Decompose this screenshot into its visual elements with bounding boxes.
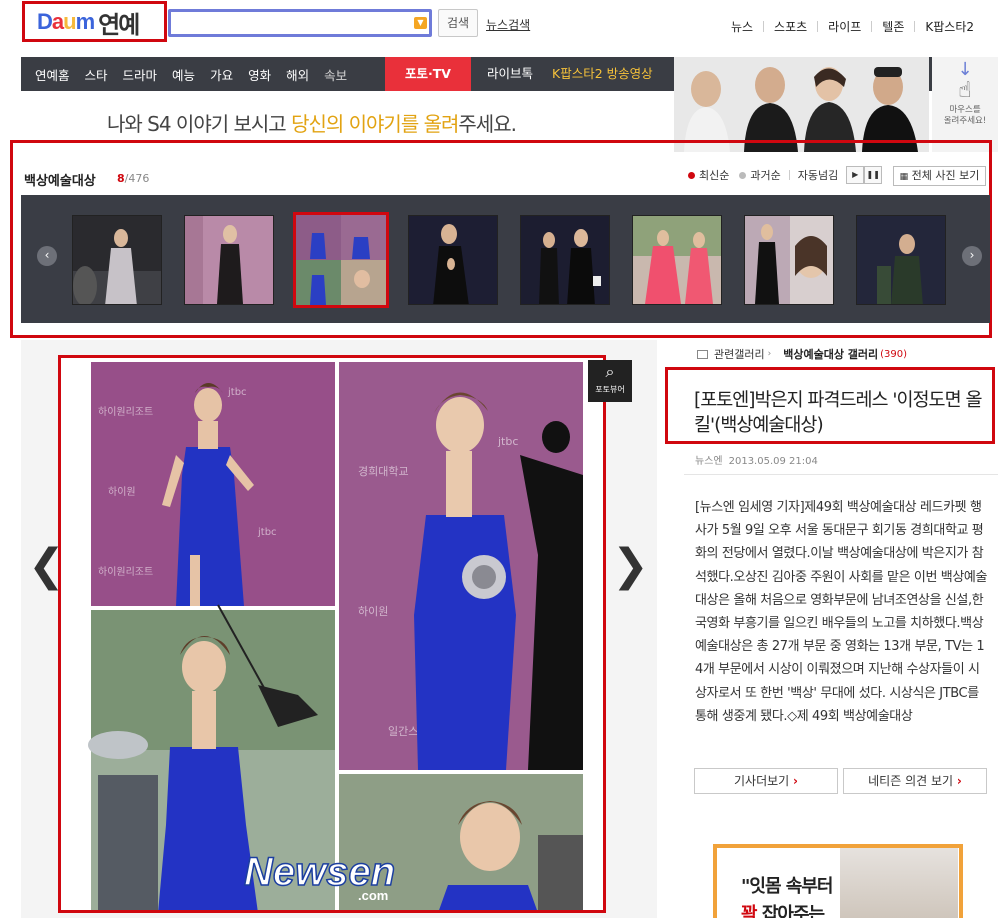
netizen-opinion-button[interactable]: 네티즌 의견 보기 › [843, 768, 987, 794]
top-link-news[interactable]: 뉴스 [721, 18, 763, 35]
strip-prev-icon[interactable]: ‹ [37, 246, 57, 266]
section-name: 연예 [98, 10, 140, 39]
daum-logo-text: Daum [37, 9, 95, 34]
nav-item-music[interactable]: 가요 [210, 65, 233, 84]
search-button[interactable]: 검색 [438, 9, 478, 37]
sort-past-radio[interactable] [739, 171, 747, 179]
next-photo-icon[interactable]: ❯ [612, 540, 649, 591]
thumbnail-5[interactable] [520, 215, 610, 305]
svg-text:하이원리조트: 하이원리조트 [98, 565, 153, 578]
banner-text-highlight: 당신의 이야기를 올려 [291, 112, 459, 136]
nav-item-overseas[interactable]: 해외 [286, 65, 309, 84]
play-icon[interactable]: ▶ [846, 166, 865, 184]
view-all-photos-button[interactable]: ▦ 전체 사진 보기 [893, 166, 986, 186]
thumbnail-1[interactable] [72, 215, 162, 305]
top-link-kpopstar[interactable]: K팝스타2 [915, 18, 984, 35]
daum-logo[interactable]: Daum 연예 [25, 4, 165, 40]
magnifier-icon: ⌕ [605, 362, 615, 381]
chevron-right-icon: › [767, 349, 772, 359]
svg-text:경희대학교: 경희대학교 [358, 465, 409, 478]
search-dropdown-icon[interactable]: ▼ [414, 17, 427, 29]
nav-item-star[interactable]: 스타 [85, 65, 108, 84]
banner-text-prefix: 나와 S4 이야기 보시고 [107, 112, 292, 136]
banner-text[interactable]: 나와 S4 이야기 보시고 당신의 이야기를 올려주세요. [107, 108, 517, 137]
view-all-photos-label: 전체 사진 보기 [911, 169, 980, 182]
top-link-sports[interactable]: 스포츠 [764, 18, 817, 35]
svg-text:jtbc: jtbc [257, 527, 277, 538]
nav-item-breaking[interactable]: 속보 [324, 65, 347, 84]
nav-items: 연예홈 스타 드라마 예능 가요 영화 해외 속보 [35, 57, 362, 91]
related-gallery-count: (390) [880, 348, 908, 360]
ad-line-2-highlight: 꽉 [741, 904, 758, 918]
gallery-title: 백상예술대상 [24, 174, 96, 189]
nav-item-photo-tv-active[interactable]: 포토·TV [385, 57, 471, 91]
related-gallery: 관련갤러리 › 백상예술대상 갤러리 (390) [697, 346, 907, 362]
top-links: 뉴스 스포츠 라이프 텔존 K팝스타2 [721, 18, 984, 35]
svg-text:하이원: 하이원 [358, 604, 388, 618]
sort-latest-radio[interactable] [688, 171, 695, 179]
gallery-total: /476 [124, 172, 150, 185]
gallery-counter: 8/476 [117, 172, 149, 185]
grid-icon: ▦ [899, 172, 909, 182]
gallery-controls: 최신순 과거순 자동넘김 ▶ ❚❚ [688, 166, 883, 184]
thumbnail-3-selected[interactable] [293, 212, 389, 308]
ad-image[interactable] [840, 848, 958, 918]
chevron-right-icon: › [793, 774, 798, 788]
read-more-button[interactable]: 기사더보기 › [694, 768, 838, 794]
banner-people-image[interactable] [674, 57, 929, 152]
divider [788, 170, 790, 180]
photo-viewer-button[interactable]: ⌕ 포토뷰어 [588, 360, 632, 402]
mouse-hint-text: 마우스를 올려주세요! [943, 105, 987, 126]
banner-text-suffix: 주세요. [458, 112, 517, 136]
related-gallery-label: 관련갤러리 [714, 348, 765, 361]
divider [684, 474, 998, 475]
nav-item-live-talk[interactable]: 라이브톡 [487, 57, 533, 91]
photo-viewer-label: 포토뷰어 [595, 385, 625, 394]
strip-next-icon[interactable]: › [962, 246, 982, 266]
main-photo-collage: 하이원리조트jtbc하이원jtbc하이원리조트 경희대학교jtbc하이원jtbc… [58, 355, 604, 913]
thumbnail-2[interactable] [184, 215, 274, 305]
svg-text:하이원: 하이원 [108, 485, 136, 498]
news-search-link[interactable]: 뉴스검색 [486, 16, 530, 33]
gallery-icon [697, 349, 708, 359]
thumbnail-8[interactable] [856, 215, 946, 305]
thumbnail-4[interactable] [408, 215, 498, 305]
nav-item-home[interactable]: 연예홈 [35, 65, 70, 84]
mouse-hint[interactable]: ↓ ☝ 마우스를 올려주세요! [932, 57, 998, 152]
ad-line-2-text: 잡아주는 [756, 904, 825, 918]
hand-cursor-icon: ☝ [958, 78, 972, 103]
related-gallery-link[interactable]: 백상예술대상 갤러리 [783, 346, 878, 362]
thumbnail-strip: ‹ › [21, 195, 990, 323]
sort-past-label[interactable]: 과거순 [750, 167, 780, 183]
down-arrow-icon: ↓ [957, 59, 973, 80]
gallery-current-index: 8 [117, 172, 125, 185]
top-link-telzone[interactable]: 텔존 [872, 18, 914, 35]
pause-icon[interactable]: ❚❚ [864, 166, 883, 184]
article-byline: 뉴스엔 2013.05.09 21:04 [695, 452, 818, 467]
svg-text:jtbc: jtbc [497, 435, 518, 448]
nav-item-variety[interactable]: 예능 [172, 65, 195, 84]
autoplay-label: 자동넘김 [797, 169, 839, 182]
article-body: [뉴스엔 임세영 기자]제49회 백상예술대상 레드카펫 행사가 5월 9일 오… [695, 500, 988, 724]
newsen-watermark-domain: .com [358, 888, 388, 903]
thumbnail-7[interactable] [744, 215, 834, 305]
netizen-opinion-label: 네티즌 의견 보기 [868, 774, 954, 788]
article-date: 2013.05.09 21:04 [728, 456, 818, 467]
top-link-life[interactable]: 라이프 [818, 18, 871, 35]
svg-text:하이원리조트: 하이원리조트 [98, 405, 153, 418]
search-input[interactable] [171, 12, 429, 34]
article-headline: [포토엔]박은지 파격드레스 '이정도면 올킬'(백상예술대상) [694, 390, 982, 436]
thumbnail-6[interactable] [632, 215, 722, 305]
sort-latest-label[interactable]: 최신순 [699, 167, 729, 183]
article-source: 뉴스엔 [695, 456, 723, 467]
svg-text:jtbc: jtbc [227, 387, 247, 398]
main-photo[interactable]: 하이원리조트jtbc하이원jtbc하이원리조트 경희대학교jtbc하이원jtbc… [58, 355, 604, 913]
nav-item-drama[interactable]: 드라마 [123, 65, 158, 84]
nav-item-kpop-video[interactable]: K팝스타2 방송영상 [552, 57, 653, 91]
read-more-label: 기사더보기 [734, 774, 790, 788]
search-field[interactable]: ▼ [168, 9, 432, 37]
nav-item-movie[interactable]: 영화 [248, 65, 271, 84]
chevron-right-icon: › [956, 774, 962, 788]
